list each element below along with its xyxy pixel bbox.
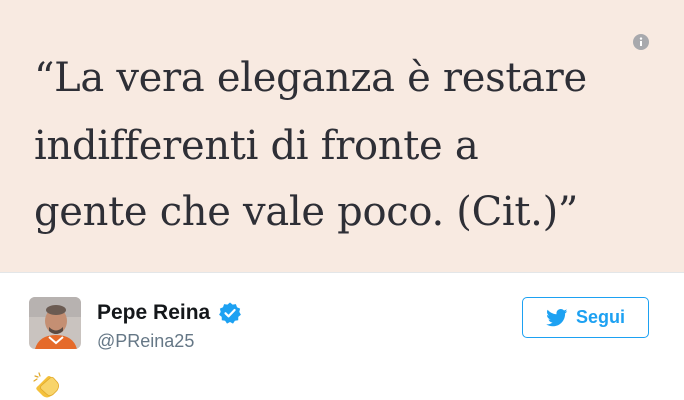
- verified-badge-icon: [219, 302, 242, 324]
- follow-button[interactable]: Segui: [522, 297, 649, 338]
- user-handle[interactable]: @PReina25: [97, 331, 194, 352]
- avatar[interactable]: [29, 297, 81, 349]
- divider: [0, 272, 684, 273]
- follow-button-label: Segui: [575, 307, 625, 327]
- tweet-embed: “La vera eleganza è restare indifferenti…: [0, 0, 684, 400]
- user-display-name[interactable]: Pepe Reina: [97, 301, 210, 325]
- quote-line-2: indifferenti di fronte a: [34, 123, 479, 169]
- quote-image-card[interactable]: “La vera eleganza è restare indifferenti…: [0, 0, 684, 272]
- clapping-hands-emoji: [33, 372, 60, 398]
- quote-line-3: gente che vale poco. (Cit.)”: [34, 189, 579, 235]
- quote-line-1: “La vera eleganza è restare: [34, 55, 587, 101]
- user-display-name-row[interactable]: Pepe Reina: [97, 301, 242, 325]
- info-icon[interactable]: [633, 34, 649, 50]
- twitter-bird-icon: [546, 308, 568, 326]
